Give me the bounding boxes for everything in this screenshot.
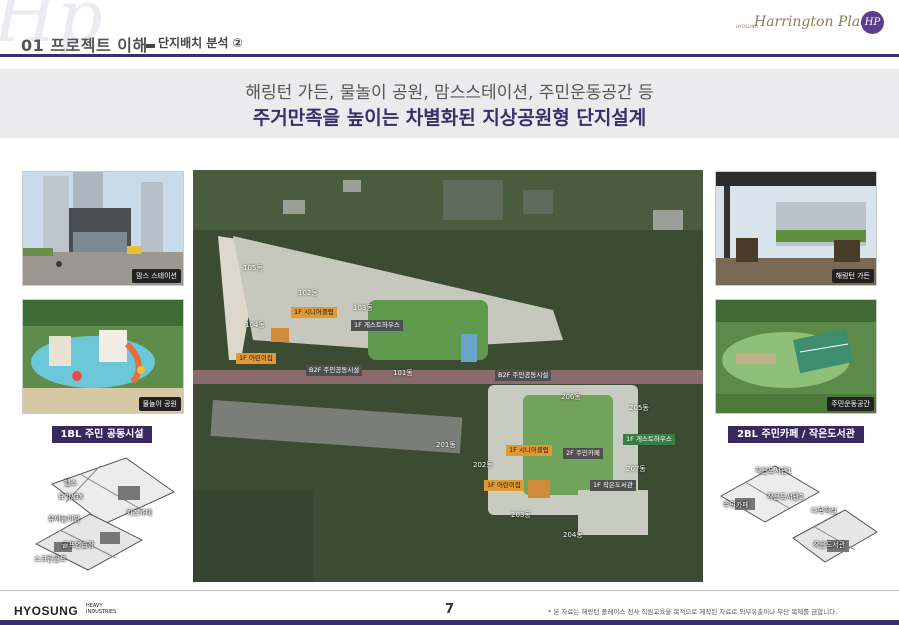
photo-caption: 주민운동공간 [827, 397, 874, 411]
footer-divider [0, 590, 899, 591]
floorplan-label: 헬스 [64, 479, 77, 487]
building-number: 102동 [298, 289, 318, 297]
floorplan-label: 유아놀이방 [48, 515, 81, 523]
building-number: 203동 [511, 511, 531, 519]
floorplan-label: 다목적실 [811, 507, 837, 515]
page-number: 7 [445, 602, 455, 617]
floorplan-illustration-2bl [719, 465, 878, 563]
header-divider [0, 54, 899, 57]
photo-caption: 물놀이 공원 [138, 397, 181, 411]
headline-line-2: 주거만족을 높이는 차별화된 지상공원형 단지설계 [252, 107, 647, 129]
building-number: 103동 [353, 304, 373, 312]
harrington-garden-photo: 해링턴 가든 [715, 171, 877, 286]
footer-bar [0, 620, 899, 625]
building-number: 205동 [629, 404, 649, 412]
footer-logo-sub-line2: INDUSTRIES [86, 609, 117, 615]
footer-logo-sub: HEAVY INDUSTRIES [86, 603, 116, 615]
facility-tag-community: B2F 주민공동시설 [495, 370, 552, 381]
headline-line-1: 해링턴 가든, 물놀이 공원, 맘스스테이션, 주민운동공간 등 [245, 83, 654, 103]
site-plan-map: 105동 102동 103동 104동 101동 206동 205동 201동 … [193, 170, 703, 582]
photo-caption: 해링턴 가든 [831, 269, 874, 283]
brand-script: Harrington Place [754, 14, 877, 30]
section-separator [146, 44, 155, 48]
floorplan-label: 작은도서관 [813, 541, 846, 549]
floorplan-label: 작은도서관1 [755, 467, 792, 475]
building-number: 201동 [436, 441, 456, 449]
exercise-space-photo: 주민운동공간 [715, 299, 877, 414]
2bl-floorplan: 작은도서관1 작은도서관2 주민카페 다목적실 작은도서관 [715, 456, 880, 576]
facility-tag-daycare: 1F 어린이집 [236, 353, 276, 364]
facility-tag-guesthouse: 1F 게스트하우스 [623, 434, 675, 445]
floorplan-label: 요가/GX [58, 493, 84, 501]
building-number: 101동 [393, 369, 413, 377]
facility-tag-daycare: 1F 어린이집 [484, 480, 524, 491]
facility-tag-senior-club: 1F 시니어클럽 [506, 445, 552, 456]
building-number: 202동 [473, 461, 493, 469]
building-number: 105동 [243, 264, 263, 272]
floorplan-label: 골프연습장 [62, 541, 95, 549]
building-number: 104동 [245, 321, 265, 329]
facility-tag-library: 1F 작은도서관 [590, 480, 636, 491]
facility-tag-cafe: 2F 주민카페 [563, 448, 603, 459]
floorplan-label: 키즈카페 [126, 509, 152, 517]
facility-tag-senior-club: 1F 시니어클럽 [291, 307, 337, 318]
floorplan-label: 주민카페 [723, 501, 749, 509]
water-park-photo: 물놀이 공원 [22, 299, 184, 414]
1bl-facility-label: 1BL 주민 공동시설 [52, 426, 152, 443]
1bl-floorplan: 헬스 요가/GX 유아놀이방 키즈카페 스크린골프 골프연습장 [30, 452, 180, 574]
facility-tag-community: B2F 주민공동시설 [306, 365, 363, 376]
section-subtitle: 단지배치 분석 ② [158, 36, 243, 50]
building-number: 204동 [563, 531, 583, 539]
site-plan-illustration [193, 170, 703, 582]
building-number: 207동 [626, 465, 646, 473]
moms-station-photo: 맘스 스테이션 [22, 171, 184, 286]
facility-tag-guesthouse: 1F 게스트하우스 [351, 320, 403, 331]
footer-logo: HYOSUNG [14, 604, 79, 618]
building-number: 206동 [561, 393, 581, 401]
page-header: Hp 01 프로젝트 이해 단지배치 분석 ② HYOSUNG Harringt… [0, 0, 899, 60]
footer-note: * 본 자료는 해링턴 플레이스 전사 직원교육을 목적으로 제작된 자료로 외… [548, 608, 838, 616]
floorplan-label: 스크린골프 [34, 555, 67, 563]
photo-caption: 맘스 스테이션 [132, 269, 181, 283]
floorplan-label: 작은도서관2 [767, 493, 804, 501]
brand-logo: HP [861, 11, 884, 34]
2bl-facility-label: 2BL 주민카페 / 작은도서관 [728, 426, 864, 443]
section-title: 01 프로젝트 이해 [21, 36, 148, 55]
